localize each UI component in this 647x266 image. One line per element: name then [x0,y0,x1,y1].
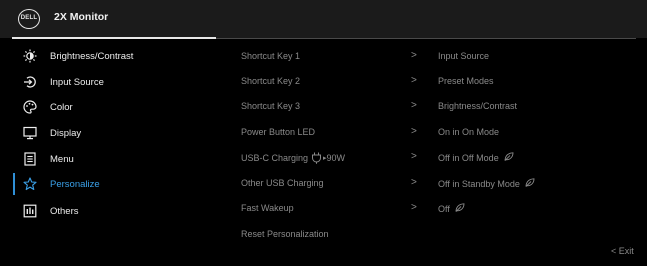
sidebar-item-label: Input Source [50,76,104,88]
row-label-usb-c-charging[interactable]: USB-C Charging ▸ 90W [241,152,345,164]
usb-c-power-icon [311,152,322,164]
sidebar-item-label: Color [50,101,73,113]
monitor-title: 2X Monitor [54,11,109,23]
row-value-power-button-led: On in On Mode [438,127,499,137]
chevron-right-icon: > [411,202,417,213]
row-label-fast-wakeup[interactable]: Fast Wakeup [241,203,294,213]
row-label-shortcut-key-1[interactable]: Shortcut Key 1 [241,51,300,61]
value-text: Input Source [438,51,490,61]
row-value-fast-wakeup: Off [438,203,465,214]
row-value-shortcut-key-1: Input Source [438,51,489,61]
sidebar-item-brightness-contrast[interactable]: Brightness/Contrast [12,45,216,67]
row-value-usb-c-charging: Off in Off Mode [438,152,514,163]
sidebar-item-input-source[interactable]: Input Source [12,71,216,93]
value-text: Brightness/Contrast [438,101,518,111]
sidebar-item-menu[interactable]: Menu [12,148,216,170]
row-label-text: USB-C Charging [241,153,309,163]
chevron-right-icon: > [411,126,417,137]
dell-logo: DELL [18,9,40,29]
value-text: Off [438,203,450,214]
sidebar-item-label: Brightness/Contrast [50,50,134,62]
row-label-shortcut-key-2[interactable]: Shortcut Key 2 [241,76,300,86]
sidebar-item-label: Display [50,127,82,139]
row-value-shortcut-key-3: Brightness/Contrast [438,101,517,111]
chevron-right-icon: > [411,50,417,61]
sidebar-item-others[interactable]: Others [12,200,216,222]
energy-leaf-icon [504,152,514,163]
chevron-right-icon: > [411,75,417,86]
row-label-reset-personalization[interactable]: Reset Personalization [241,229,329,239]
row-value-other-usb-charging: Off in Standby Mode [438,178,535,189]
sidebar-item-personalize[interactable]: Personalize [12,173,216,195]
header-divider-active [12,37,216,39]
menu-icon [22,151,38,167]
energy-leaf-icon [455,203,465,214]
row-label-power-button-led[interactable]: Power Button LED [241,127,315,137]
brightness-icon [22,48,38,64]
value-text: Preset Modes [438,76,494,86]
value-text: Off in Standby Mode [438,178,520,189]
monitor-osd: DELL 2X Monitor Brightness/Contrast Inpu… [0,0,647,266]
others-icon [22,203,38,219]
row-label-other-usb-charging[interactable]: Other USB Charging [241,178,324,188]
header-divider [216,38,636,39]
sidebar-item-color[interactable]: Color [12,96,216,118]
sidebar-item-label: Personalize [50,178,100,190]
value-text: On in On Mode [438,127,500,137]
sidebar-item-label: Others [50,205,79,217]
usb-c-wattage: 90W [326,153,346,163]
chevron-right-icon: > [411,100,417,111]
color-palette-icon [22,99,38,115]
exit-button[interactable]: < Exit [611,246,634,256]
energy-leaf-icon [525,178,535,189]
chevron-right-icon: > [411,177,417,188]
value-text: Off in Off Mode [438,152,499,163]
row-value-shortcut-key-2: Preset Modes [438,76,494,86]
chevron-right-icon: > [411,151,417,162]
star-icon [22,176,38,192]
input-source-icon [22,74,38,90]
sidebar-item-display[interactable]: Display [12,122,216,144]
display-icon [22,125,38,141]
row-label-shortcut-key-3[interactable]: Shortcut Key 3 [241,101,300,111]
osd-header: DELL 2X Monitor [0,0,647,38]
sidebar-item-label: Menu [50,153,74,165]
